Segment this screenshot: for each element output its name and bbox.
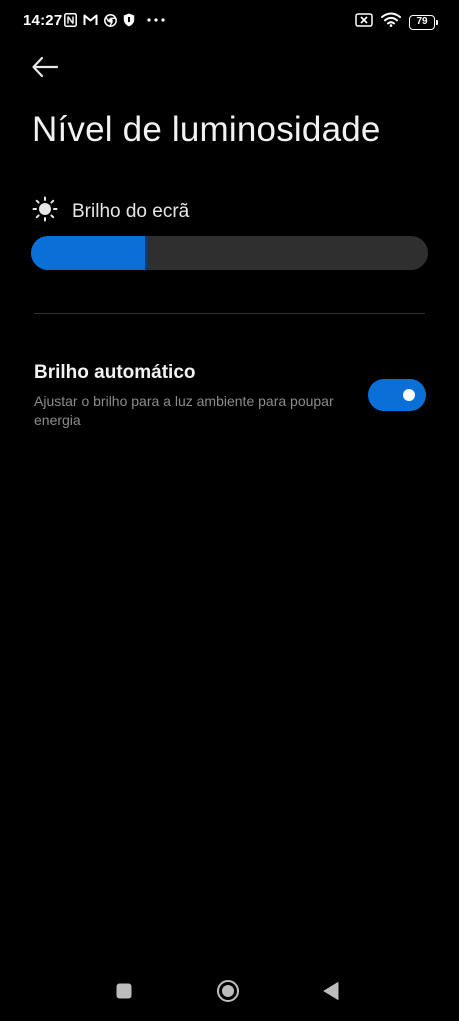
auto-brightness-title: Brilho automático bbox=[34, 362, 196, 383]
page-title: Nível de luminosidade bbox=[32, 110, 381, 149]
brightness-label: Brilho do ecrã bbox=[72, 200, 190, 222]
recents-button[interactable] bbox=[108, 977, 140, 1009]
wifi-icon bbox=[381, 12, 401, 32]
brightness-slider-handle[interactable] bbox=[145, 236, 149, 270]
shield-icon bbox=[123, 13, 135, 27]
brightness-header: Brilho do ecrã bbox=[32, 196, 189, 227]
gmail-icon bbox=[83, 14, 98, 26]
chrome-icon bbox=[104, 13, 117, 27]
brightness-slider-fill bbox=[31, 236, 147, 270]
sun-icon bbox=[32, 196, 58, 227]
navigation-bar bbox=[0, 965, 459, 1021]
more-dots-icon bbox=[147, 18, 165, 22]
divider bbox=[34, 313, 425, 314]
back-button[interactable] bbox=[28, 54, 62, 84]
home-circle-icon bbox=[216, 979, 240, 1008]
notification-icons bbox=[64, 13, 165, 27]
home-button[interactable] bbox=[212, 977, 244, 1009]
brightness-slider[interactable] bbox=[31, 236, 428, 270]
battery-level: 79 bbox=[416, 16, 428, 27]
toggle-knob bbox=[403, 389, 415, 401]
auto-brightness-description: Ajustar o brilho para a luz ambiente par… bbox=[34, 393, 334, 428]
back-triangle-icon bbox=[322, 981, 340, 1006]
status-bar: 14:27 79 bbox=[0, 0, 459, 44]
battery-icon: 79 bbox=[409, 14, 438, 30]
auto-brightness-row[interactable]: Brilho automático Ajustar o brilho para … bbox=[34, 362, 426, 430]
nfc-icon bbox=[64, 13, 77, 27]
nav-back-button[interactable] bbox=[315, 977, 347, 1009]
recents-square-icon bbox=[115, 982, 133, 1005]
battery-saver-icon bbox=[355, 12, 373, 32]
status-time: 14:27 bbox=[23, 12, 63, 29]
system-status-icons: 79 bbox=[355, 12, 438, 32]
arrow-left-icon bbox=[31, 56, 59, 83]
auto-brightness-toggle[interactable] bbox=[368, 379, 426, 411]
